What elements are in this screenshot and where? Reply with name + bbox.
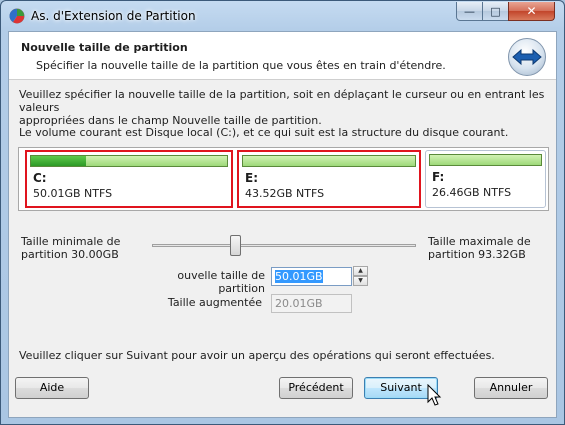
partition-c[interactable]: C: 50.01GB NTFS bbox=[25, 150, 233, 208]
page-title: Nouvelle taille de partition bbox=[21, 41, 188, 54]
app-icon bbox=[9, 8, 25, 24]
disk-map: C: 50.01GB NTFS E: 43.52GB NTFS F: 26.46… bbox=[18, 147, 549, 211]
max-size-label: Taille maximale de partition 93.32GB bbox=[428, 235, 531, 261]
close-button[interactable]: ✕ bbox=[508, 2, 555, 21]
spin-up-button[interactable]: ▲ bbox=[353, 266, 368, 276]
footer-note: Veuillez cliquer sur Suivant pour avoir … bbox=[19, 349, 495, 362]
increased-size-label: Taille augmentée bbox=[167, 296, 262, 309]
minimize-button[interactable]: — bbox=[456, 2, 483, 21]
usage-bar bbox=[429, 154, 542, 166]
usage-fill bbox=[31, 156, 86, 166]
new-size-input[interactable]: 50.01GB bbox=[271, 267, 352, 286]
maximize-icon: □ bbox=[490, 4, 501, 18]
dialog-body: Nouvelle taille de partition Spécifier l… bbox=[8, 31, 557, 418]
usage-bar bbox=[30, 155, 228, 167]
usage-bar bbox=[242, 155, 416, 167]
help-button[interactable]: Aide bbox=[15, 377, 89, 399]
close-icon: ✕ bbox=[526, 4, 537, 18]
window-title: As. d'Extension de Partition bbox=[31, 9, 196, 23]
spin-down-button[interactable]: ▼ bbox=[353, 276, 368, 286]
increased-size-field: 20.01GB bbox=[271, 294, 352, 313]
mouse-cursor-icon bbox=[427, 384, 442, 406]
minimize-icon: — bbox=[464, 4, 475, 18]
wizard-header: Nouvelle taille de partition Spécifier l… bbox=[9, 32, 556, 80]
partition-e[interactable]: E: 43.52GB NTFS bbox=[237, 150, 421, 208]
size-slider-thumb[interactable] bbox=[230, 235, 241, 256]
maximize-button[interactable]: □ bbox=[482, 2, 509, 21]
page-subtitle: Spécifier la nouvelle taille de la parti… bbox=[36, 59, 446, 72]
cancel-button[interactable]: Annuler bbox=[474, 377, 548, 399]
title-bar[interactable]: As. d'Extension de Partition — □ ✕ bbox=[1, 1, 564, 31]
dialog-window: As. d'Extension de Partition — □ ✕ Nouve… bbox=[0, 0, 565, 425]
partition-f[interactable]: F: 26.46GB NTFS bbox=[425, 150, 546, 208]
previous-button[interactable]: Précédent bbox=[279, 377, 353, 399]
extend-partition-icon bbox=[508, 38, 546, 76]
new-size-label: ouvelle taille de partition bbox=[177, 269, 265, 295]
instruction-text: Veuillez spécifier la nouvelle taille de… bbox=[19, 88, 545, 127]
disk-info-text: Le volume courant est Disque local (C:),… bbox=[19, 126, 509, 139]
min-size-label: Taille minimale de partition 30.00GB bbox=[21, 235, 121, 261]
size-slider-track[interactable] bbox=[152, 244, 416, 247]
